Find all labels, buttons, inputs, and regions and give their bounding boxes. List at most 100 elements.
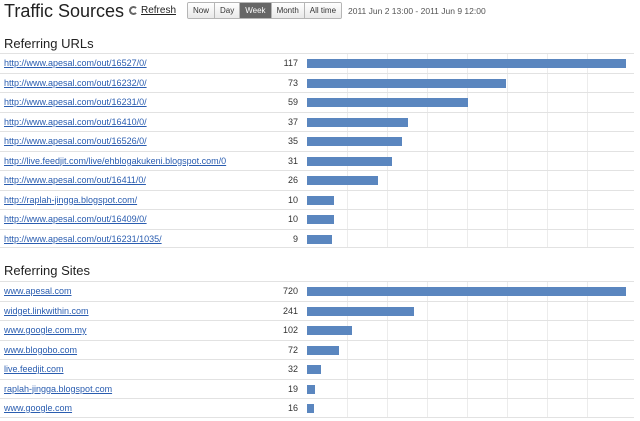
bar-track <box>307 340 627 359</box>
referrer-count: 117 <box>283 58 298 68</box>
grid-line <box>587 210 588 229</box>
referrer-link[interactable]: www.google.com.my <box>4 325 260 335</box>
referrer-link[interactable]: http://www.apesal.com/out/16231/1035/ <box>4 234 260 244</box>
bar-track <box>307 171 627 190</box>
referrer-count: 720 <box>282 286 298 296</box>
grid-line <box>507 229 508 247</box>
grid-line <box>347 399 348 417</box>
grid-line <box>547 210 548 229</box>
range-button-week[interactable]: Week <box>239 3 271 18</box>
grid-line <box>507 151 508 170</box>
bar-track <box>307 229 627 247</box>
grid-line <box>507 112 508 131</box>
referrer-link[interactable]: www.google.com <box>4 403 260 413</box>
referrer-count: 73 <box>287 77 298 88</box>
range-button-day[interactable]: Day <box>214 3 240 18</box>
referrer-link[interactable]: www.apesal.com <box>4 286 260 296</box>
grid-line <box>467 210 468 229</box>
referrer-link[interactable]: www.blogobo.com <box>4 345 260 355</box>
range-button-month[interactable]: Month <box>270 3 304 18</box>
grid-line <box>587 301 588 320</box>
grid-line <box>507 190 508 209</box>
grid-line <box>507 301 508 320</box>
referrer-link[interactable]: http://www.apesal.com/out/16411/0/ <box>4 175 260 185</box>
table-row: www.google.com.my 102 <box>0 320 634 340</box>
table-row: www.blogobo.com 72 <box>0 339 634 359</box>
grid-line <box>587 399 588 417</box>
referrer-link[interactable]: http://www.apesal.com/out/16527/0/ <box>4 58 260 68</box>
referrer-link[interactable]: http://www.apesal.com/out/16232/0/ <box>4 78 260 88</box>
table-row: http://live.feedjit.com/live/ehblogakuke… <box>0 150 634 170</box>
grid-line <box>347 229 348 247</box>
bar-track <box>307 399 627 417</box>
grid-line <box>547 151 548 170</box>
referrer-link[interactable]: http://www.apesal.com/out/16409/0/ <box>4 214 260 224</box>
grid-line <box>547 321 548 340</box>
grid-line <box>387 360 388 379</box>
table-row: http://www.apesal.com/out/16410/0/37 <box>0 111 634 131</box>
refresh-button[interactable]: Refresh <box>129 5 176 16</box>
page-title: Traffic Sources <box>4 1 125 21</box>
bar-track <box>307 151 627 170</box>
grid-line <box>547 190 548 209</box>
grid-line <box>587 93 588 112</box>
traffic-bar <box>307 326 352 335</box>
referrer-link[interactable]: raplah-jingga.blogspot.com <box>4 384 260 394</box>
refresh-icon <box>129 6 138 15</box>
grid-line <box>347 190 348 209</box>
table-row: http://raplah-jingga.blogspot.com/10 <box>0 189 634 209</box>
table-row: http://www.apesal.com/out/16411/0/26 <box>0 170 634 190</box>
bar-track <box>307 93 627 112</box>
referrer-count: 9 <box>292 233 298 244</box>
referrer-link[interactable]: widget.linkwithin.com <box>4 306 260 316</box>
grid-line <box>587 132 588 151</box>
grid-line <box>467 321 468 340</box>
grid-line <box>547 73 548 92</box>
grid-line <box>547 379 548 398</box>
referrer-link[interactable]: http://raplah-jingga.blogspot.com/ <box>4 195 260 205</box>
grid-line <box>587 229 588 247</box>
traffic-bar <box>307 156 392 166</box>
traffic-bar <box>307 384 315 394</box>
grid-line <box>507 321 508 340</box>
bar-track <box>307 301 627 320</box>
traffic-bar <box>307 195 334 205</box>
grid-line <box>547 301 548 320</box>
grid-line <box>347 340 348 359</box>
traffic-bar <box>307 234 332 244</box>
referrer-link[interactable]: http://www.apesal.com/out/16410/0/ <box>4 117 260 127</box>
grid-line <box>467 399 468 417</box>
referrer-link[interactable]: http://www.apesal.com/out/16526/0/ <box>4 136 260 146</box>
traffic-bar <box>307 345 339 355</box>
table-row: http://www.apesal.com/out/16409/0/10 <box>0 209 634 229</box>
grid-line <box>507 132 508 151</box>
referrer-count: 35 <box>287 136 298 146</box>
bar-track <box>307 73 627 92</box>
grid-line <box>467 112 468 131</box>
referrer-link[interactable]: live.feedjit.com <box>4 364 260 374</box>
traffic-bar <box>307 78 506 88</box>
grid-line <box>587 379 588 398</box>
referring-sites-table: www.apesal.com 720 widget.linkwithin.com 24… <box>0 281 634 418</box>
grid-line <box>427 321 428 340</box>
bar-track <box>307 132 627 151</box>
grid-line <box>387 171 388 190</box>
referrer-link[interactable]: http://live.feedjit.com/live/ehblogakuke… <box>4 156 260 166</box>
bar-track <box>307 112 627 131</box>
referrer-link[interactable]: http://www.apesal.com/out/16231/0/ <box>4 97 260 107</box>
grid-line <box>467 190 468 209</box>
grid-line <box>547 340 548 359</box>
grid-line <box>427 301 428 320</box>
grid-line <box>507 399 508 417</box>
range-button-now[interactable]: Now <box>188 3 215 18</box>
traffic-bar <box>307 98 468 107</box>
referrer-count: 19 <box>287 383 298 394</box>
grid-line <box>587 340 588 359</box>
referrer-count: 59 <box>287 97 298 107</box>
grid-line <box>587 151 588 170</box>
grid-line <box>467 151 468 170</box>
referrer-count: 10 <box>287 194 298 205</box>
range-button-all-time[interactable]: All time <box>303 3 342 18</box>
grid-line <box>427 360 428 379</box>
referrer-count: 32 <box>287 364 298 374</box>
